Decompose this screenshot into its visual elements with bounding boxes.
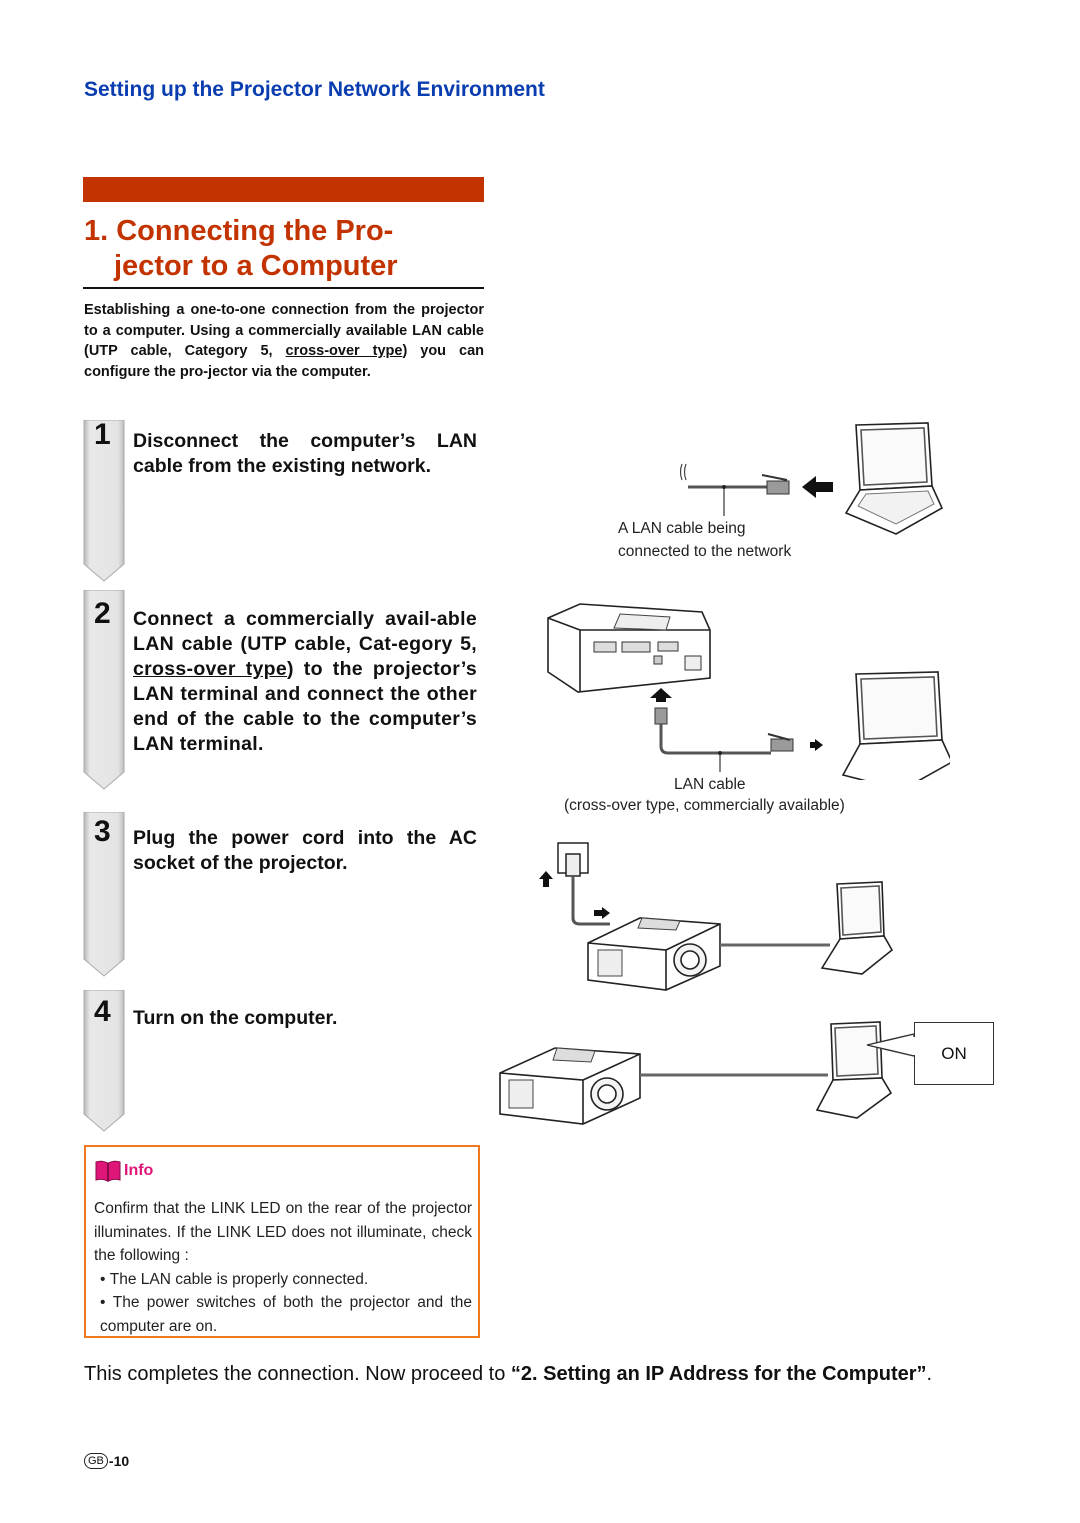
lan-cable-icon	[679, 463, 790, 516]
arrow-up-icon	[539, 871, 553, 887]
figure-connect-lan	[547, 603, 950, 780]
info-bullet-text: The power switches of both the projector…	[100, 1294, 472, 1335]
laptop-icon	[844, 422, 944, 535]
page-number-text: -10	[108, 1453, 130, 1469]
page-number: GB -10	[84, 1453, 129, 1469]
chapter-title: 1. Connecting the Pro- jector to a Compu…	[84, 214, 484, 284]
next-section-reference: “2. Setting an IP Address for the Comput…	[510, 1363, 927, 1385]
step-3-number: 3	[94, 815, 111, 848]
section-title: Setting up the Projector Network Environ…	[84, 78, 545, 101]
figure-turn-on	[499, 1021, 915, 1125]
on-callout-text: ON	[941, 1044, 967, 1063]
chapter-title-line2: jector to a Computer	[114, 250, 398, 282]
intro-underlined-term: cross-over type	[285, 343, 403, 359]
closing-period: .	[926, 1363, 933, 1385]
step-2-text-a: Connect a commercially avail-able LAN ca…	[133, 608, 477, 655]
projector-front-icon	[499, 1047, 641, 1125]
chapter-accent-bar	[83, 177, 484, 202]
arrow-right-icon	[594, 907, 610, 919]
closing-paragraph: This completes the connection. Now proce…	[84, 1360, 998, 1389]
fig1-caption-line1: A LAN cable being	[618, 520, 746, 537]
projector-rear-icon	[547, 603, 711, 693]
chapter-divider	[83, 287, 484, 289]
step-2-number: 2	[94, 597, 111, 630]
step-2-underlined-term: cross-over type	[133, 658, 288, 680]
step-4-text: Turn on the computer.	[133, 1007, 338, 1029]
step-4-number: 4	[94, 995, 111, 1028]
info-body: Confirm that the LINK LED on the rear of…	[94, 1197, 472, 1338]
book-icon	[95, 1160, 121, 1182]
step-1-text: Disconnect the computer’s LAN cable from…	[133, 430, 477, 477]
laptop-icon	[841, 671, 950, 780]
region-badge: GB	[84, 1453, 108, 1469]
step-2-text: Connect a commercially avail-able LAN ca…	[133, 607, 477, 757]
laptop-icon	[820, 881, 894, 975]
fig1-caption-line2: connected to the network	[618, 543, 792, 560]
closing-text: This completes the connection. Now proce…	[84, 1363, 511, 1385]
intro-paragraph: Establishing a one-to-one connection fro…	[84, 300, 484, 382]
info-bullet-text: The LAN cable is properly connected.	[109, 1270, 369, 1288]
arrow-left-icon	[802, 476, 833, 498]
laptop-icon	[815, 1021, 893, 1119]
lan-cable-icon	[654, 707, 794, 772]
step-3-text: Plug the power cord into the AC socket o…	[133, 827, 477, 874]
arrow-right-icon	[810, 739, 823, 751]
projector-front-icon	[587, 917, 721, 991]
fig2-caption-line1: LAN cable	[674, 776, 746, 793]
arrow-up-icon	[650, 688, 672, 702]
chapter-title-line1: 1. Connecting the Pro-	[84, 215, 394, 247]
figure-power-cord	[539, 842, 894, 991]
step-1-number: 1	[94, 418, 111, 451]
info-label: Info	[124, 1162, 154, 1179]
fig2-caption-line2: (cross-over type, commercially available…	[564, 797, 845, 814]
info-bullet: • The LAN cable is properly connected.	[100, 1270, 369, 1288]
info-bullet: • The power switches of both the project…	[100, 1294, 472, 1335]
info-text: Confirm that the LINK LED on the rear of…	[94, 1200, 472, 1264]
